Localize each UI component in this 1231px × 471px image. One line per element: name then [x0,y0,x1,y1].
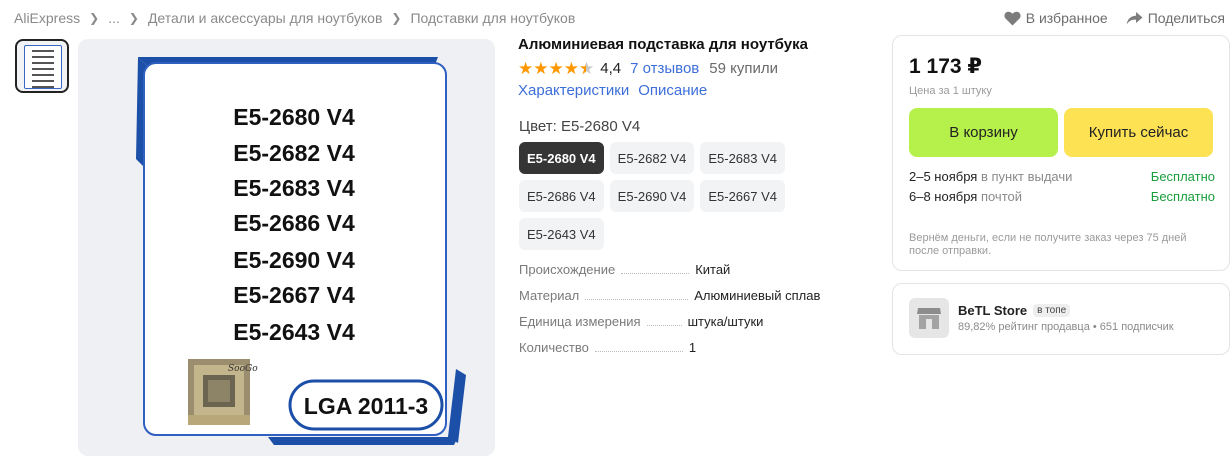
reviews-link[interactable]: 7 отзывов [630,60,699,77]
thumbnail-preview [24,45,62,89]
breadcrumb-laptop-parts[interactable]: Детали и аксессуары для ноутбуков [148,10,382,26]
store-name-row: BeTL Store в топе [958,303,1071,318]
store-icon [909,298,949,338]
store-card[interactable]: BeTL Store в топе 89,82% рейтинг продавц… [892,283,1230,355]
variant-option-e5-2643-v4[interactable]: E5-2643 V4 [519,218,604,250]
spec-value: Алюминиевый сплав [694,288,821,303]
add-to-cart-button[interactable]: В корзину [909,108,1058,157]
share-icon [1126,11,1143,25]
star-icon: ★ [563,58,579,78]
selected-color-label: Цвет: E5-2680 V4 [519,118,641,135]
refund-note: Вернём деньги, если не получите заказ че… [909,232,1187,257]
variant-option-e5-2680-v4[interactable]: E5-2680 V4 [519,142,604,174]
shipping-method: почтой [980,189,1023,204]
heart-icon [1004,11,1021,25]
variant-option-e5-2667-v4[interactable]: E5-2667 V4 [700,180,786,212]
product-main-image[interactable]: E5-2680 V4 E5-2682 V4 E5-2683 V4 E5-2686… [78,39,495,456]
image-watermark: SooGo [228,364,258,374]
variant-option-e5-2683-v4[interactable]: E5-2683 V4 [700,142,786,174]
shipping-cost: Бесплатно [1150,169,1215,184]
sold-count: 59 купили [709,59,778,77]
rating-row: ★ ★ ★ ★ ★★ 4,4 7 отзывов 59 купили [518,58,778,78]
star-icon: ★ [533,58,549,78]
image-line-1: E5-2680 V4 [233,104,355,130]
chevron-right-icon: ❯ [128,11,139,25]
spec-leader [594,351,683,352]
image-line-4: E5-2686 V4 [233,210,355,236]
spec-key: Количество [519,340,589,355]
shipping-dates: 6–8 ноября [909,189,978,204]
product-section-links: Характеристики Описание [518,82,707,99]
breadcrumb-aliexpress[interactable]: AliExpress [14,10,80,26]
specs-table: Происхождение Китай Материал Алюминиевый… [519,262,849,366]
favorite-label: В избранное [1025,10,1108,26]
spec-key: Происхождение [519,262,616,277]
image-line-2: E5-2682 V4 [233,140,355,166]
spec-key: Материал [519,288,580,303]
spec-value: Китай [695,262,731,277]
gallery-thumbnail[interactable] [15,39,69,93]
spec-row: Происхождение Китай [519,262,849,288]
product-title: Алюминиевая подставка для ноутбука [518,36,808,53]
store-name[interactable]: BeTL Store [958,303,1027,318]
star-icon: ★ [518,58,534,78]
rating-value: 4,4 [600,59,622,77]
buy-box: 1 173 ₽ Цена за 1 штуку В корзину Купить… [892,35,1230,271]
breadcrumb: AliExpress ❯ ... ❯ Детали и аксессуары д… [14,8,575,28]
shipping-option: 6–8 ноября почтой Бесплатно [909,189,1215,204]
share-label: Поделиться [1147,10,1225,26]
share-button[interactable]: Поделиться [1126,10,1225,26]
spec-row: Единица измерения штука/штуки [519,314,849,340]
spec-leader [621,273,690,274]
image-line-6: E5-2667 V4 [233,282,355,308]
product-image-graphic: E5-2680 V4 E5-2682 V4 E5-2683 V4 E5-2686… [136,57,466,445]
image-line-7: E5-2643 V4 [233,319,355,345]
variant-option-e5-2682-v4[interactable]: E5-2682 V4 [609,142,695,174]
chevron-right-icon: ❯ [89,11,100,25]
favorite-button[interactable]: В избранное [1004,10,1108,26]
image-socket-label: LGA 2011-3 [304,393,428,419]
spec-key: Единица измерения [519,314,641,329]
chevron-right-icon: ❯ [391,11,402,25]
shipping-method: в пункт выдачи [980,169,1073,184]
variant-option-e5-2690-v4[interactable]: E5-2690 V4 [609,180,695,212]
image-line-5: E5-2690 V4 [233,247,355,273]
spec-value: 1 [688,340,697,355]
breadcrumb-laptop-stands[interactable]: Подставки для ноутбуков [410,10,575,26]
characteristics-link[interactable]: Характеристики [518,82,629,99]
rating-stars: ★ ★ ★ ★ ★★ [518,60,594,77]
variant-option-e5-2686-v4[interactable]: E5-2686 V4 [519,180,604,212]
shipping-option: 2–5 ноября в пункт выдачи Бесплатно [909,169,1215,184]
spec-row: Материал Алюминиевый сплав [519,288,849,314]
star-partial-icon: ★★ [579,58,595,78]
store-top-badge: в топе [1033,304,1071,317]
variant-selector: E5-2680 V4 E5-2682 V4 E5-2683 V4 E5-2686… [519,142,799,250]
spec-leader [585,299,689,300]
shipping-dates: 2–5 ноября [909,169,978,184]
star-icon: ★ [548,58,564,78]
spec-row: Количество 1 [519,340,849,366]
top-actions: В избранное Поделиться [1004,8,1225,28]
spec-leader [646,325,682,326]
description-link[interactable]: Описание [638,82,707,99]
spec-value: штука/штуки [687,314,764,329]
price-note: Цена за 1 штуку [909,85,992,97]
price: 1 173 ₽ [909,55,982,78]
breadcrumb-ellipsis[interactable]: ... [108,10,120,26]
store-meta: 89,82% рейтинг продавца • 651 подписчик [958,321,1174,333]
image-line-3: E5-2683 V4 [233,175,355,201]
buy-now-button[interactable]: Купить сейчас [1064,108,1213,157]
shipping-cost: Бесплатно [1150,189,1215,204]
